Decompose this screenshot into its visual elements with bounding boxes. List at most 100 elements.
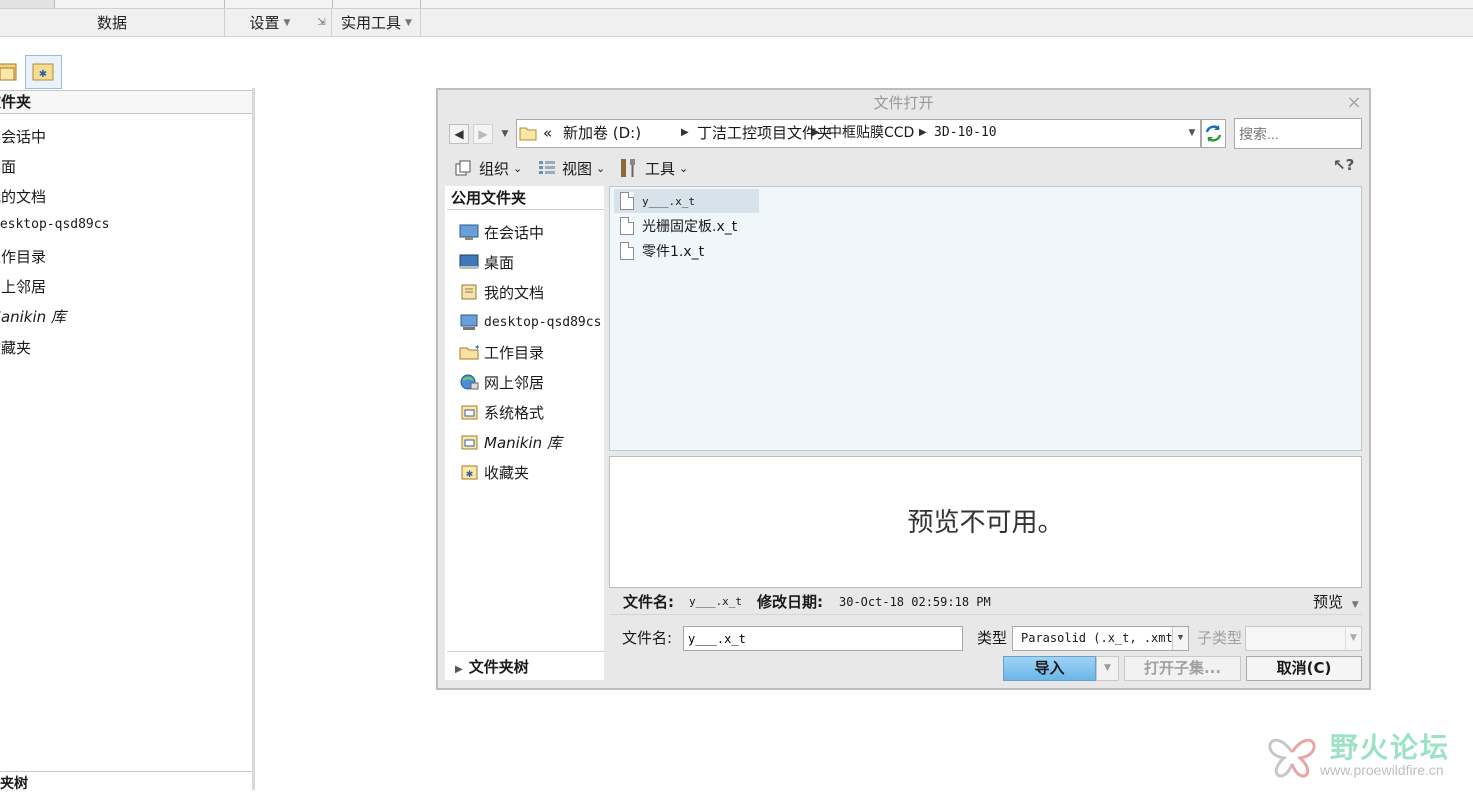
sidebar-item-computer[interactable]: desktop-qsd89cs (459, 310, 601, 334)
breadcrumb-item[interactable]: 新加卷 (D:) (563, 122, 641, 144)
chevron-down-icon: ⌄ (513, 161, 523, 175)
history-dropdown-icon[interactable]: ▼ (498, 124, 512, 144)
breadcrumb-separator-icon[interactable]: ▶ (919, 122, 927, 144)
sidebar-item-label: 桌面 (484, 253, 515, 272)
sidebar-item-label: 收藏夹 (484, 463, 530, 482)
tools-label: 工具 (645, 159, 676, 178)
close-icon[interactable]: × (1344, 92, 1364, 114)
file-row[interactable]: 零件1.x_t (614, 239, 704, 263)
sidebar-item-label: 工作目录 (484, 343, 545, 362)
navigator-item[interactable]: desktop-qsd89cs (0, 217, 109, 232)
tools-button[interactable]: 工具 ⌄ (618, 156, 688, 180)
sidebar-item-favorites[interactable]: ✱ 收藏夹 (459, 460, 529, 484)
ribbon-group-data[interactable]: 数据 (0, 9, 225, 36)
folder-icon (519, 125, 537, 141)
file-name: y___.x_t (642, 194, 695, 208)
navigator-item[interactable]: 收藏夹 (0, 337, 31, 358)
navigator-item[interactable]: 工作目录 (0, 246, 46, 267)
common-folders-header: 公用文件夹 (447, 187, 604, 210)
chevron-down-icon: ▼ (1345, 627, 1361, 650)
address-dropdown-icon[interactable]: ▼ (1184, 121, 1200, 146)
navigator-item[interactable]: 桌面 (0, 156, 16, 177)
navigator-item[interactable]: 我的文档 (0, 186, 46, 207)
import-button[interactable]: 导入 (1003, 656, 1096, 681)
type-label: 类型 (977, 629, 1008, 647)
sidebar-item-working-directory[interactable]: ✦ 工作目录 (459, 340, 544, 364)
svg-text:✱: ✱ (39, 69, 47, 80)
navigator-item[interactable]: 在会话中 (0, 126, 46, 147)
folder-browser-tab[interactable] (0, 58, 20, 86)
sidebar-item-label: 网上邻居 (484, 373, 545, 392)
computer-icon (460, 314, 478, 330)
folder-tree-toggle[interactable]: ▶ 文件夹树 (447, 651, 604, 680)
ribbon-tab-stub[interactable] (0, 0, 55, 8)
breadcrumb-separator-icon[interactable]: ▶ (812, 122, 820, 144)
sidebar-item-my-documents[interactable]: 我的文档 (459, 280, 544, 304)
file-row[interactable]: 光栅固定板.x_t (614, 214, 737, 238)
preview-toggle-button[interactable]: 预览 ▼ (1313, 590, 1359, 617)
refresh-icon (1205, 125, 1222, 142)
filename-input[interactable] (683, 626, 963, 651)
chevron-down-icon: ⌄ (679, 161, 689, 175)
file-name: 零件1.x_t (642, 244, 705, 260)
caret-down-icon: ▼ (405, 17, 412, 28)
folder-browser-icon (0, 63, 17, 81)
views-label: 视图 (562, 159, 593, 178)
navigator-item[interactable]: 网上邻居 (0, 276, 46, 297)
ribbon-group-label: 实用工具 (341, 14, 402, 32)
workdir-folder-icon: ✦ (459, 343, 479, 360)
favorites-folder-icon: ✱ (461, 465, 478, 480)
import-dropdown-icon[interactable]: ▼ (1096, 656, 1119, 681)
sidebar-item-label: Manikin 库 (484, 433, 562, 452)
pointer-icon: ↖ (1333, 156, 1346, 174)
breadcrumb-item[interactable]: 中框贴膜CCD (828, 122, 914, 144)
open-subset-button[interactable]: 打开子集... (1124, 656, 1241, 681)
back-arrow-icon[interactable]: ◀ (449, 124, 469, 144)
ribbon-group-utilities[interactable]: 实用工具 ▼ (333, 9, 421, 36)
sidebar-item-label: 我的文档 (484, 283, 545, 302)
ribbon-tab-stub[interactable] (225, 0, 333, 8)
watermark-title: 野火论坛 (1330, 731, 1451, 764)
breadcrumb-item[interactable]: 3D-10-10 (934, 122, 997, 144)
sidebar-item-label: 在会话中 (484, 223, 545, 242)
ribbon-tab-stub[interactable] (333, 0, 421, 8)
ribbon-tab-stub[interactable] (55, 0, 225, 8)
navigator-item[interactable]: Manikin 库 (0, 306, 66, 327)
file-row[interactable]: y___.x_t (614, 189, 759, 213)
chevron-down-icon: ▼ (1172, 627, 1188, 650)
search-input[interactable] (1234, 118, 1362, 149)
dialog-launcher-icon[interactable]: ⇲ (312, 9, 332, 36)
navigator-folder-tree[interactable]: 文件夹树 (0, 771, 252, 792)
organize-button[interactable]: 组织 ⌄ (454, 156, 522, 180)
folder-tree-label: 文件夹树 (468, 658, 529, 676)
sidebar-item-network[interactable]: 网上邻居 (459, 370, 544, 394)
ribbon-group-settings[interactable]: 设置 ▼ (225, 9, 315, 36)
system-folder-icon (461, 405, 478, 420)
info-date-label: 修改日期: (757, 593, 823, 611)
sidebar-item-system-formats[interactable]: 系统格式 (459, 400, 544, 424)
sidebar-item-desktop[interactable]: 桌面 (459, 250, 514, 274)
views-button[interactable]: 视图 ⌄ (537, 156, 605, 180)
refresh-button[interactable] (1201, 119, 1226, 148)
whats-this-button[interactable]: ↖? (1333, 156, 1359, 180)
documents-icon (461, 284, 477, 300)
subtype-select[interactable]: ▼ (1245, 626, 1362, 651)
forward-arrow-icon[interactable]: ▶ (473, 124, 493, 144)
cancel-button[interactable]: 取消(C) (1246, 656, 1362, 681)
sidebar-item-manikin-library[interactable]: Manikin 库 (459, 430, 562, 454)
subtype-label: 子类型 (1197, 629, 1243, 647)
filename-label: 文件名: (622, 629, 673, 647)
sidebar-item-in-session[interactable]: 在会话中 (459, 220, 544, 244)
file-type-select[interactable]: Parasolid (.x_t, .xmt ▼ (1012, 626, 1189, 651)
file-icon (620, 192, 634, 210)
favorites-tab[interactable]: ✱ (25, 55, 62, 89)
svg-text:✱: ✱ (466, 470, 474, 480)
navigator-header: 文件夹 (0, 90, 252, 114)
breadcrumb-separator-icon[interactable]: ▶ (681, 122, 689, 144)
file-icon (620, 242, 634, 260)
ribbon-bar: 数据 设置 ▼ ⇲ 实用工具 ▼ (0, 9, 1473, 37)
organize-label: 组织 (479, 159, 510, 178)
breadcrumb-overflow-icon[interactable]: « (543, 122, 552, 144)
network-icon (460, 374, 479, 390)
watermark-logo-icon (1262, 724, 1322, 782)
